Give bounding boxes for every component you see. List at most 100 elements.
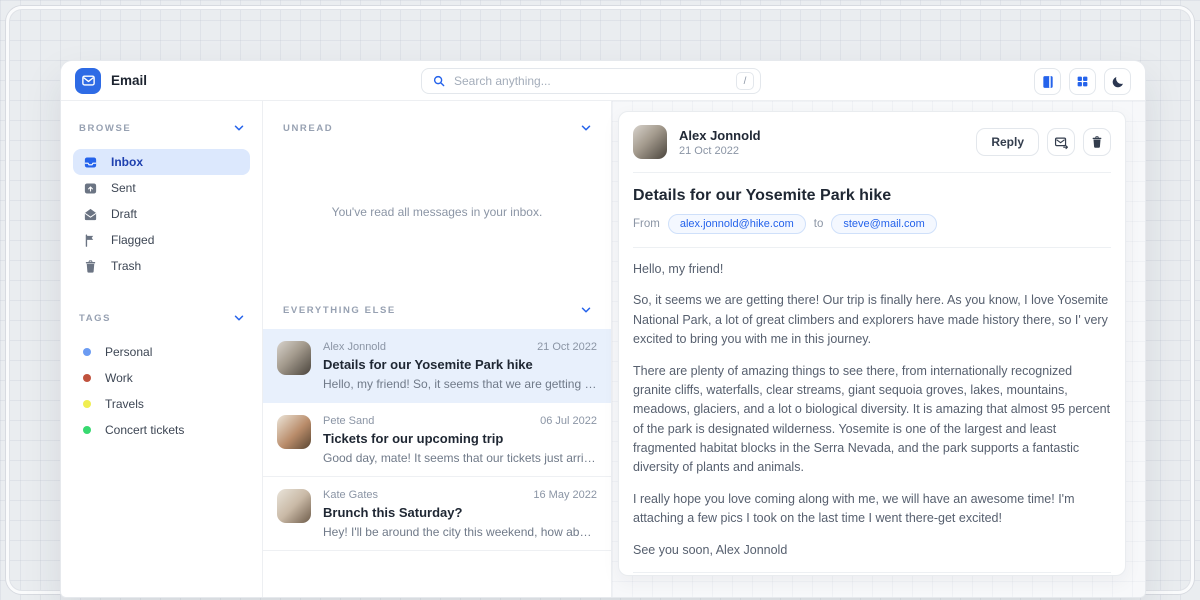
email-subject: Brunch this Saturday?: [323, 505, 597, 520]
main-columns: BROWSE Inbox Sent: [61, 101, 1145, 597]
email-list-item[interactable]: Alex Jonnold 21 Oct 2022 Details for our…: [263, 329, 611, 403]
attachments-section: Attachments: [633, 573, 1111, 576]
sidebar-item-label: Trash: [111, 259, 141, 273]
email-list-item[interactable]: Pete Sand 06 Jul 2022 Tickets for our up…: [263, 403, 611, 477]
chevron-down-icon[interactable]: [232, 121, 246, 135]
browse-section-header[interactable]: BROWSE: [73, 115, 250, 141]
sidebar-item-label: Flagged: [111, 233, 154, 247]
email-date: 21 Oct 2022: [537, 341, 597, 353]
email-preview: Hey! I'll be around the city this weeken…: [323, 525, 597, 539]
email-logo-icon: [75, 68, 101, 94]
trash-icon: [1090, 135, 1104, 149]
avatar: [277, 489, 311, 523]
detail-date: 21 Oct 2022: [679, 145, 964, 157]
draft-icon: [83, 207, 98, 222]
email-sender: Kate Gates: [323, 489, 378, 501]
body-paragraph: I really hope you love coming along with…: [633, 490, 1111, 529]
tag-item-concert-tickets[interactable]: Concert tickets: [73, 417, 250, 443]
sidebar-item-flagged[interactable]: Flagged: [73, 227, 250, 253]
sidebar: BROWSE Inbox Sent: [61, 101, 263, 597]
unread-label: UNREAD: [283, 123, 333, 134]
inbox-icon: [83, 155, 98, 170]
flag-icon: [83, 233, 98, 248]
tag-color-dot: [83, 400, 91, 408]
email-date: 06 Jul 2022: [540, 415, 597, 427]
detail-header: Alex Jonnold 21 Oct 2022 Reply: [633, 112, 1111, 173]
detail-subject: Details for our Yosemite Park hike: [633, 187, 1111, 205]
detail-from-row: From alex.jonnold@hike.com to steve@mail…: [633, 214, 1111, 234]
to-email-chip[interactable]: steve@mail.com: [831, 214, 936, 234]
email-list-item[interactable]: Kate Gates 16 May 2022 Brunch this Satur…: [263, 477, 611, 551]
trash-icon: [83, 259, 98, 274]
body-paragraph: There are plenty of amazing things to se…: [633, 362, 1111, 478]
sidebar-item-inbox[interactable]: Inbox: [73, 149, 250, 175]
journal-button[interactable]: [1034, 68, 1061, 95]
tags-label: TAGS: [79, 313, 111, 324]
chevron-down-icon[interactable]: [232, 311, 246, 325]
tag-label: Travels: [105, 397, 144, 411]
forward-email-button[interactable]: [1047, 128, 1075, 156]
search-input[interactable]: [454, 74, 728, 88]
tag-label: Concert tickets: [105, 423, 184, 437]
tag-color-dot: [83, 348, 91, 356]
body-paragraph: See you soon, Alex Jonnold: [633, 541, 1111, 560]
tag-item-work[interactable]: Work: [73, 365, 250, 391]
chevron-down-icon[interactable]: [579, 121, 593, 135]
browse-list: Inbox Sent Draft: [73, 149, 250, 279]
app-brand: Email: [61, 68, 147, 94]
email-date: 16 May 2022: [533, 489, 597, 501]
email-sender: Pete Sand: [323, 415, 374, 427]
everything-else-label: EVERYTHING ELSE: [283, 305, 396, 316]
tag-color-dot: [83, 426, 91, 434]
email-detail-card: Alex Jonnold 21 Oct 2022 Reply: [618, 111, 1126, 576]
journal-icon: [1041, 75, 1055, 89]
mail-list-column: UNREAD You've read all messages in your …: [263, 101, 612, 597]
sidebar-item-label: Inbox: [111, 155, 143, 169]
tag-label: Personal: [105, 345, 152, 359]
email-list: Alex Jonnold 21 Oct 2022 Details for our…: [263, 329, 611, 551]
body-paragraph: So, it seems we are getting there! Our t…: [633, 291, 1111, 349]
sidebar-item-sent[interactable]: Sent: [73, 175, 250, 201]
browse-label: BROWSE: [79, 123, 131, 134]
sidebar-item-label: Draft: [111, 207, 137, 221]
email-subject: Tickets for our upcoming trip: [323, 431, 597, 446]
sent-icon: [83, 181, 98, 196]
from-email-chip[interactable]: alex.jonnold@hike.com: [668, 214, 806, 234]
apps-grid-icon: [1076, 75, 1089, 88]
everything-else-section-header[interactable]: EVERYTHING ELSE: [277, 297, 597, 323]
app-title: Email: [111, 73, 147, 88]
avatar: [633, 125, 667, 159]
reply-button[interactable]: Reply: [976, 128, 1039, 156]
avatar: [277, 415, 311, 449]
header-actions: [1034, 68, 1131, 95]
sidebar-item-label: Sent: [111, 181, 136, 195]
tag-item-personal[interactable]: Personal: [73, 339, 250, 365]
apps-grid-button[interactable]: [1069, 68, 1096, 95]
search-bar[interactable]: /: [421, 68, 761, 94]
email-preview: Good day, mate! It seems that our ticket…: [323, 451, 597, 465]
search-icon: [432, 74, 446, 88]
email-app-window: Email /: [60, 60, 1146, 598]
sidebar-item-trash[interactable]: Trash: [73, 253, 250, 279]
chevron-down-icon[interactable]: [579, 303, 593, 317]
unread-empty-state: You've read all messages in your inbox.: [277, 141, 597, 283]
dark-mode-button[interactable]: [1104, 68, 1131, 95]
detail-sender-name: Alex Jonnold: [679, 128, 964, 143]
tags-section-header[interactable]: TAGS: [73, 305, 250, 331]
tag-label: Work: [105, 371, 133, 385]
unread-section-header[interactable]: UNREAD: [277, 115, 597, 141]
sidebar-item-draft[interactable]: Draft: [73, 201, 250, 227]
email-sender: Alex Jonnold: [323, 341, 386, 353]
to-label: to: [814, 218, 824, 230]
moon-icon: [1111, 75, 1125, 89]
body-paragraph: Hello, my friend!: [633, 260, 1111, 279]
avatar: [277, 341, 311, 375]
email-body: Hello, my friend! So, it seems we are ge…: [633, 248, 1111, 560]
envelope-forward-icon: [1054, 135, 1069, 150]
delete-email-button[interactable]: [1083, 128, 1111, 156]
tags-list: Personal Work Travels Concert tickets: [73, 339, 250, 443]
email-subject: Details for our Yosemite Park hike: [323, 357, 597, 372]
tag-item-travels[interactable]: Travels: [73, 391, 250, 417]
tag-color-dot: [83, 374, 91, 382]
search-shortcut-key: /: [736, 72, 754, 90]
